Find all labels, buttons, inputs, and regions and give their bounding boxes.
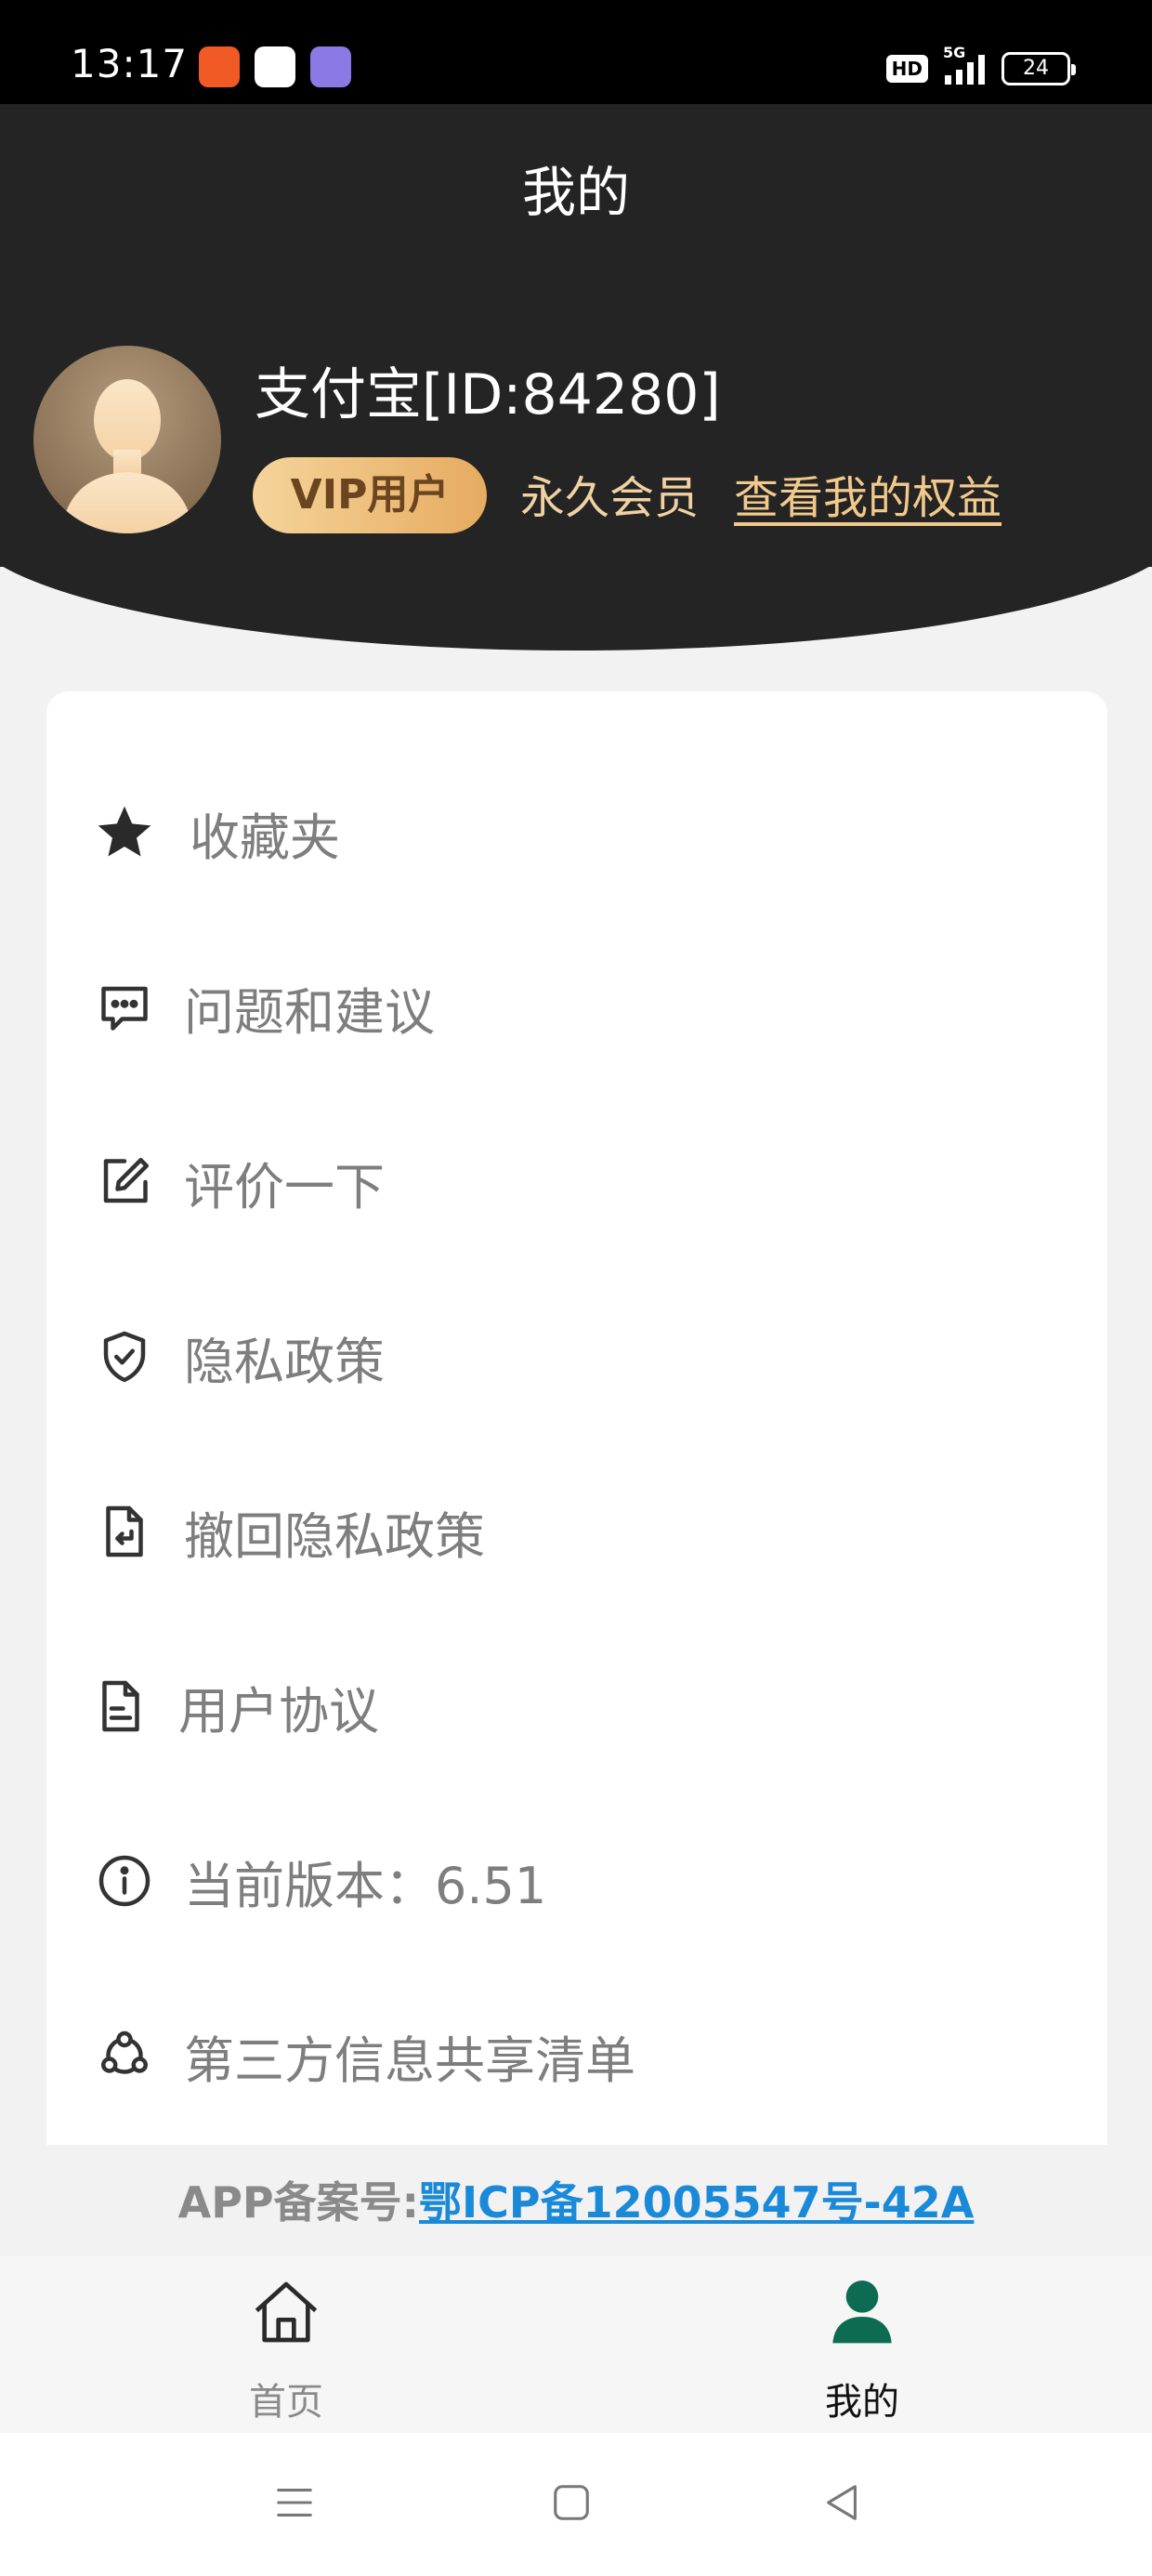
icp-prefix: APP备案号: <box>177 2177 420 2228</box>
notification-app-icon <box>255 46 295 87</box>
menu-icon[interactable] <box>273 2481 316 2524</box>
nav-mine-label: 我的 <box>825 2381 899 2424</box>
membership-status: 永久会员 <box>520 472 700 524</box>
menu-item-label: 隐私政策 <box>184 1332 385 1391</box>
header-curve <box>0 520 1152 651</box>
menu-item-favorites[interactable]: 收藏夹 <box>93 786 340 879</box>
status-time: 13:17 <box>71 41 189 86</box>
avatar[interactable] <box>33 346 221 533</box>
home-icon <box>255 2281 318 2343</box>
menu-item-user-agreement[interactable]: 用户协议 <box>89 1660 379 1753</box>
hd-icon: HD <box>885 55 928 83</box>
bottom-nav: 首页 我的 <box>0 2256 1152 2433</box>
status-bar: 13:17 HD 5G 24 <box>0 0 1152 104</box>
menu-item-label: 撤回隐私政策 <box>184 1506 485 1566</box>
menu-item-label: 第三方信息共享清单 <box>184 2031 635 2090</box>
notification-app-icon <box>310 46 351 87</box>
home-square-icon[interactable] <box>550 2481 593 2524</box>
menu-item-third-party-sharing[interactable]: 第三方信息共享清单 <box>93 2009 635 2102</box>
signal-icon: 5G <box>943 44 985 85</box>
chat-feedback-icon <box>93 976 156 1039</box>
nav-home[interactable]: 首页 <box>147 2256 425 2433</box>
star-icon <box>93 801 156 864</box>
share-network-icon <box>93 2024 156 2087</box>
menu-item-label: 评价一下 <box>184 1157 385 1216</box>
nav-home-label: 首页 <box>249 2381 323 2424</box>
menu-item-revoke-privacy[interactable]: 撤回隐私政策 <box>93 1485 485 1578</box>
menu-item-privacy-policy[interactable]: 隐私政策 <box>93 1310 385 1403</box>
menu-item-label: 当前版本：6.51 <box>184 1856 547 1915</box>
username: 支付宝[ID:84280] <box>255 362 721 427</box>
shield-check-icon <box>93 1325 156 1388</box>
menu-item-label: 收藏夹 <box>190 808 340 867</box>
menu-item-feedback[interactable]: 问题和建议 <box>93 961 435 1054</box>
document-icon <box>89 1675 152 1738</box>
back-triangle-icon[interactable] <box>821 2481 864 2524</box>
icp-filing: APP备案号:鄂ICP备12005547号-42A <box>0 2169 1152 2230</box>
menu-item-label: 问题和建议 <box>184 982 435 1042</box>
page-title: 我的 <box>521 161 630 224</box>
info-icon <box>93 1849 156 1912</box>
edit-icon <box>93 1150 156 1214</box>
notification-app-icon <box>199 46 240 87</box>
person-icon <box>832 2280 892 2344</box>
icp-link[interactable]: 鄂ICP备12005547号-42A <box>419 2177 974 2228</box>
document-return-icon <box>93 1500 156 1563</box>
menu-item-label: 用户协议 <box>178 1681 379 1741</box>
view-benefits-link[interactable]: 查看我的权益 <box>734 461 1001 526</box>
battery-icon: 24 <box>1001 52 1076 85</box>
nav-mine[interactable]: 我的 <box>723 2256 1001 2433</box>
menu-item-version[interactable]: 当前版本：6.51 <box>93 1834 546 1927</box>
menu-item-rate[interactable]: 评价一下 <box>93 1136 385 1229</box>
person-avatar-icon <box>61 379 193 533</box>
vip-badge: VIP用户 <box>253 457 487 533</box>
system-nav-bar <box>0 2433 1152 2576</box>
